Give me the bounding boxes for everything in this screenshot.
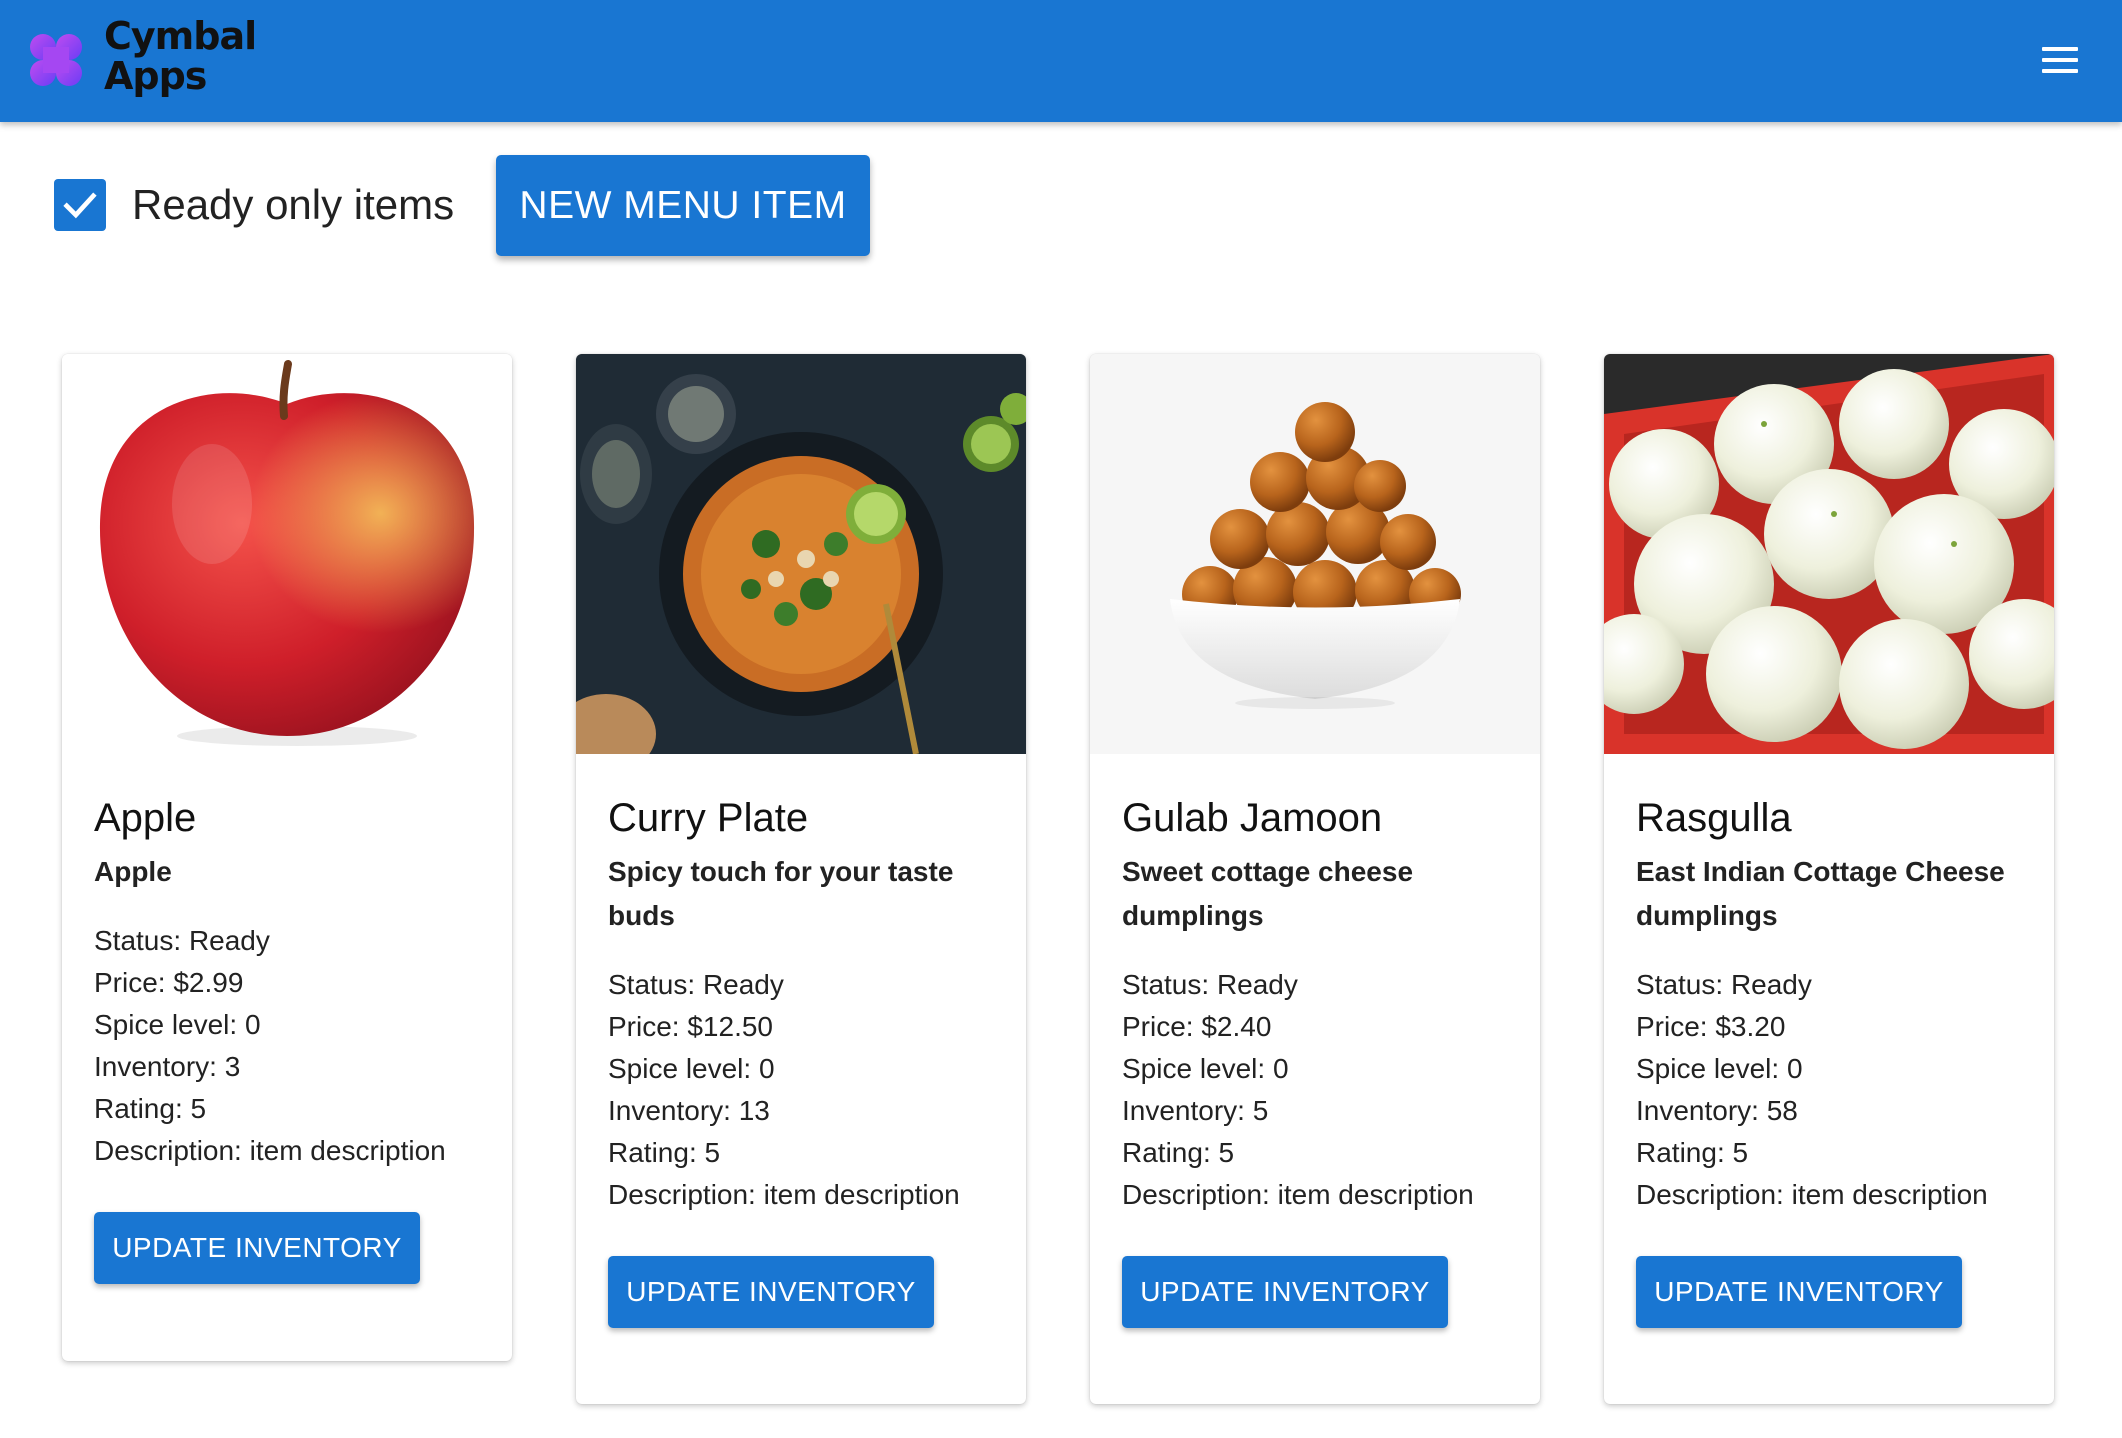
brand-line-1: Cymbal: [104, 14, 257, 58]
item-name: Gulab Jamoon: [1122, 796, 1383, 840]
item-rating: Rating: 5: [1122, 1137, 1235, 1168]
item-image: [576, 354, 1026, 754]
ready-only-label: Ready only items: [132, 181, 455, 228]
item-price: Price: $3.20: [1636, 1011, 1786, 1042]
app-bar: Cymbal Apps: [0, 0, 2122, 122]
item-details: Status: Ready Price: $3.20 Spice level: …: [1636, 964, 2022, 1216]
item-image: [1604, 354, 2054, 754]
item-inventory: Inventory: 3: [94, 1051, 241, 1082]
item-name: Apple: [94, 796, 197, 840]
item-description: Description: item description: [1122, 1179, 1474, 1210]
item-details: Status: Ready Price: $2.40 Spice level: …: [1122, 964, 1508, 1216]
item-price: Price: $2.99: [94, 967, 244, 998]
item-status: Status: Ready: [608, 969, 784, 1000]
item-status: Status: Ready: [1636, 969, 1812, 1000]
ready-only-toggle[interactable]: Ready only items: [54, 178, 454, 232]
gulab-jamoon-image: [1090, 354, 1540, 754]
item-rating: Rating: 5: [94, 1093, 207, 1124]
curry-plate-image: [576, 354, 1026, 754]
ready-only-checkbox[interactable]: [54, 179, 106, 231]
cymbal-logo-icon[interactable]: [26, 30, 86, 90]
item-tagline: Spicy touch for your taste buds: [608, 856, 954, 931]
item-tagline: East Indian Cottage Cheese dumplings: [1636, 856, 2005, 931]
item-image: [1090, 354, 1540, 754]
item-status: Status: Ready: [1122, 969, 1298, 1000]
update-inventory-button[interactable]: UPDATE INVENTORY: [1122, 1256, 1448, 1328]
item-description: Description: item description: [1636, 1179, 1988, 1210]
item-rating: Rating: 5: [1636, 1137, 1749, 1168]
new-menu-item-button[interactable]: NEW MENU ITEM: [496, 155, 870, 256]
item-details: Status: Ready Price: $2.99 Spice level: …: [94, 920, 480, 1172]
item-status: Status: Ready: [94, 925, 270, 956]
menu-item-card: Gulab Jamoon Sweet cottage cheese dumpli…: [1090, 354, 1540, 1404]
item-details: Status: Ready Price: $12.50 Spice level:…: [608, 964, 994, 1216]
item-price: Price: $2.40: [1122, 1011, 1272, 1042]
item-name: Rasgulla: [1636, 796, 1792, 840]
item-spice-level: Spice level: 0: [94, 1009, 261, 1040]
item-inventory: Inventory: 5: [1122, 1095, 1269, 1126]
checkmark-icon: [63, 192, 97, 219]
brand-name[interactable]: Cymbal Apps: [104, 14, 257, 98]
item-price: Price: $12.50: [608, 1011, 773, 1042]
item-tagline: Apple: [94, 856, 172, 887]
menu-item-card: Curry Plate Spicy touch for your taste b…: [576, 354, 1026, 1404]
item-inventory: Inventory: 13: [608, 1095, 770, 1126]
item-spice-level: Spice level: 0: [1636, 1053, 1803, 1084]
item-description: Description: item description: [608, 1179, 960, 1210]
item-description: Description: item description: [94, 1135, 446, 1166]
item-spice-level: Spice level: 0: [608, 1053, 775, 1084]
item-image: [62, 354, 512, 754]
hamburger-menu-icon[interactable]: [2042, 47, 2078, 73]
item-inventory: Inventory: 58: [1636, 1095, 1798, 1126]
item-rating: Rating: 5: [608, 1137, 721, 1168]
update-inventory-button[interactable]: UPDATE INVENTORY: [608, 1256, 934, 1328]
item-tagline: Sweet cottage cheese dumplings: [1122, 856, 1414, 931]
menu-item-card: Rasgulla East Indian Cottage Cheese dump…: [1604, 354, 2054, 1404]
menu-item-card: Apple Apple Status: Ready Price: $2.99 S…: [62, 354, 512, 1361]
item-spice-level: Spice level: 0: [1122, 1053, 1289, 1084]
rasgulla-image: [1604, 354, 2054, 754]
update-inventory-button[interactable]: UPDATE INVENTORY: [94, 1212, 420, 1284]
item-name: Curry Plate: [608, 796, 809, 840]
update-inventory-button[interactable]: UPDATE INVENTORY: [1636, 1256, 1962, 1328]
apple-image: [62, 354, 512, 754]
brand-line-2: Apps: [104, 54, 207, 98]
